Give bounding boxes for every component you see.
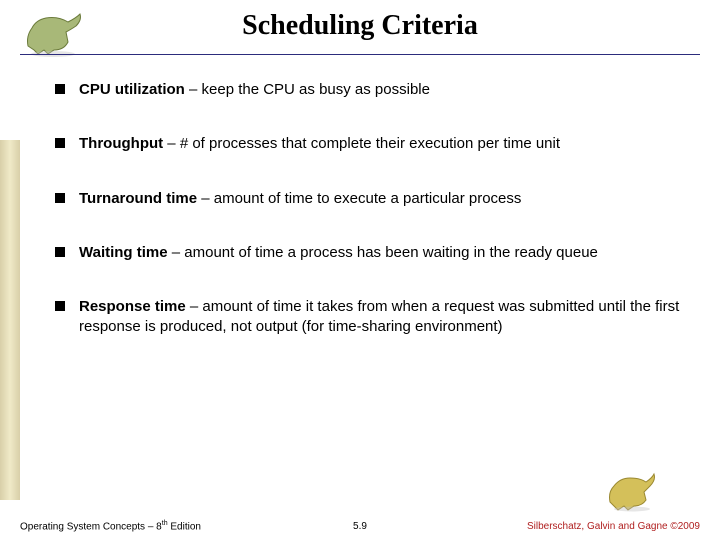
bullet-item: Turnaround time – amount of time to exec…: [55, 189, 680, 209]
slide-footer: Operating System Concepts – 8th Edition …: [20, 520, 700, 532]
bullet-text: CPU utilization – keep the CPU as busy a…: [79, 80, 680, 100]
slide-content: CPU utilization – keep the CPU as busy a…: [55, 80, 680, 372]
bullet-item: CPU utilization – keep the CPU as busy a…: [55, 80, 680, 100]
slide-title: Scheduling Criteria: [0, 10, 720, 42]
footer-copyright: Silberschatz, Galvin and Gagne ©2009: [527, 521, 700, 532]
bullet-marker-icon: [55, 84, 65, 94]
bullet-text: Waiting time – amount of time a process …: [79, 243, 680, 263]
bullet-marker-icon: [55, 301, 65, 311]
bullet-text: Throughput – # of processes that complet…: [79, 134, 680, 154]
sidebar-accent: [0, 140, 20, 500]
footer-page-number: 5.9: [353, 521, 367, 532]
bullet-text: Response time – amount of time it takes …: [79, 297, 680, 338]
bullet-item: Response time – amount of time it takes …: [55, 297, 680, 338]
dinosaur-icon: [18, 6, 88, 58]
footer-left: Operating System Concepts – 8th Edition: [20, 520, 201, 532]
bullet-marker-icon: [55, 247, 65, 257]
bullet-item: Throughput – # of processes that complet…: [55, 134, 680, 154]
slide-header: Scheduling Criteria: [0, 0, 720, 42]
bullet-marker-icon: [55, 138, 65, 148]
dinosaur-icon: [604, 468, 660, 512]
header-rule: [20, 54, 700, 55]
bullet-marker-icon: [55, 193, 65, 203]
bullet-text: Turnaround time – amount of time to exec…: [79, 189, 680, 209]
bullet-item: Waiting time – amount of time a process …: [55, 243, 680, 263]
